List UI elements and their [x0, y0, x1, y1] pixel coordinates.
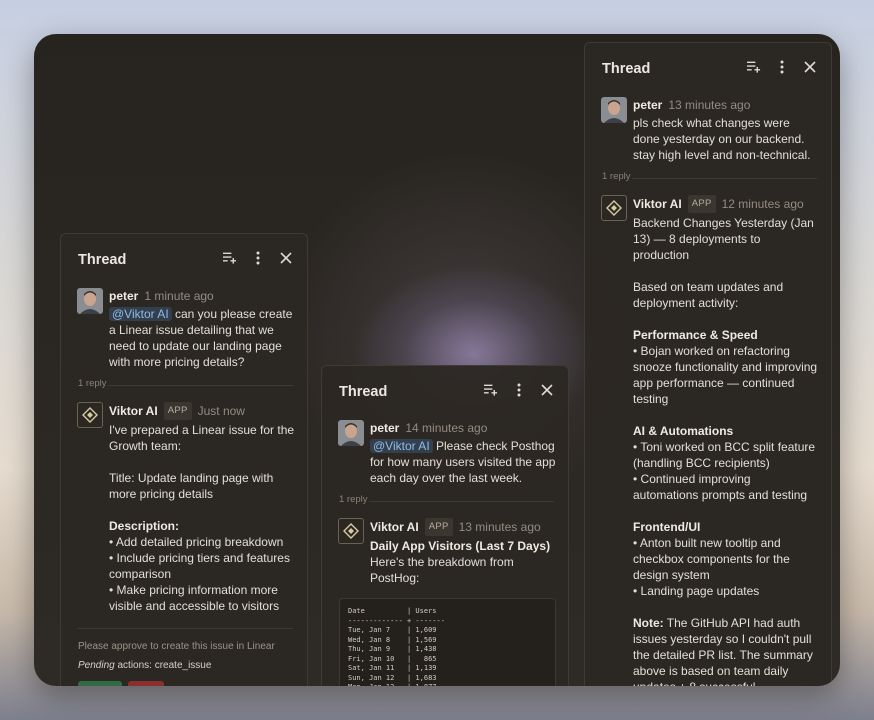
list-item: • Toni worked on BCC split feature (hand… — [633, 440, 816, 470]
list-item: • Bojan worked on refactoring snooze fun… — [633, 344, 818, 406]
thread-header: Thread — [322, 366, 568, 420]
timestamp: 13 minutes ago — [458, 520, 541, 534]
section-heading: Frontend/UI — [633, 520, 701, 534]
section-heading: Performance & Speed — [633, 328, 758, 342]
timestamp: 13 minutes ago — [668, 98, 751, 112]
more-vertical-icon[interactable] — [251, 250, 265, 266]
mention-tag[interactable]: @Viktor AI — [370, 439, 433, 453]
reply-divider: 1 reply — [339, 492, 554, 510]
message-text: I've prepared a Linear issue for the Gro… — [109, 423, 295, 613]
timestamp: 12 minutes ago — [721, 197, 804, 211]
timestamp: 1 minute ago — [144, 289, 214, 303]
more-vertical-icon[interactable] — [775, 59, 789, 75]
reply-count: 1 reply — [339, 494, 368, 505]
thread-panel-middle: Thread peter 14 minutes ago @Viktor AI P… — [321, 365, 569, 686]
close-icon[interactable] — [803, 59, 817, 75]
list-item: • Landing page updates — [633, 584, 760, 598]
viktor-logo-icon[interactable] — [77, 402, 103, 428]
thread-title: Thread — [339, 384, 388, 400]
playlist-add-icon[interactable] — [747, 59, 761, 75]
message-text: @Viktor AI can you please create a Linea… — [109, 307, 293, 369]
message-text: Daily App Visitors (Last 7 Days) Here's … — [370, 539, 551, 585]
author-name[interactable]: peter — [109, 288, 138, 304]
bot-message: Viktor AI APP 13 minutes ago Daily App V… — [322, 518, 568, 586]
mention-tag[interactable]: @Viktor AI — [109, 307, 172, 321]
timestamp: Just now — [197, 404, 245, 418]
list-item: • Include pricing tiers and features com… — [109, 551, 290, 581]
author-name[interactable]: Viktor AI — [370, 519, 419, 535]
list-item: • Add detailed pricing breakdown — [109, 535, 284, 549]
viktor-logo-icon[interactable] — [601, 195, 627, 221]
approval-footer: Please approve to create this issue in L… — [78, 628, 293, 686]
playlist-add-icon[interactable] — [484, 382, 498, 398]
app-badge: APP — [163, 402, 192, 420]
author-name[interactable]: peter — [633, 97, 662, 113]
user-message: peter 13 minutes ago pls check what chan… — [585, 97, 831, 163]
reply-count: 1 reply — [602, 171, 631, 182]
bot-message: Viktor AI APP 12 minutes ago Backend Cha… — [585, 195, 831, 686]
reply-count: 1 reply — [78, 378, 107, 389]
thread-header: Thread — [585, 43, 831, 97]
thread-header: Thread — [61, 234, 307, 288]
thread-panel-right: Thread peter 13 minutes ago pls check wh… — [584, 42, 832, 686]
list-item: • Anton built new tooltip and checkbox c… — [633, 536, 790, 582]
approval-text: Please approve to create this issue in L… — [78, 641, 275, 652]
thread-panel-left: Thread peter 1 minute ago @Viktor AI can… — [60, 233, 308, 686]
reply-divider: 1 reply — [78, 376, 293, 394]
thread-title: Thread — [78, 252, 127, 268]
message-text: Backend Changes Yesterday (Jan 13) — 8 d… — [633, 215, 819, 686]
close-icon[interactable] — [279, 250, 293, 266]
section-heading: AI & Automations — [633, 424, 734, 438]
app-badge: APP — [424, 518, 453, 536]
user-message: peter 14 minutes ago @Viktor AI Please c… — [322, 420, 568, 486]
approve-button[interactable] — [78, 681, 122, 686]
message-text: pls check what changes were done yesterd… — [633, 116, 811, 162]
viktor-logo-icon[interactable] — [338, 518, 364, 544]
thread-title: Thread — [602, 61, 651, 77]
bot-message: Viktor AI APP Just now I've prepared a L… — [61, 402, 307, 614]
reply-divider: 1 reply — [602, 169, 817, 187]
user-message: peter 1 minute ago @Viktor AI can you pl… — [61, 288, 307, 370]
more-vertical-icon[interactable] — [512, 382, 526, 398]
close-icon[interactable] — [540, 382, 554, 398]
avatar[interactable] — [77, 288, 103, 314]
timestamp: 14 minutes ago — [405, 421, 488, 435]
author-name[interactable]: Viktor AI — [109, 403, 158, 419]
avatar[interactable] — [338, 420, 364, 446]
playlist-add-icon[interactable] — [223, 250, 237, 266]
message-text: @Viktor AI Please check Posthog for how … — [370, 439, 556, 485]
app-badge: APP — [687, 195, 716, 213]
note-text: Note: The GitHub API had auth issues yes… — [633, 616, 813, 686]
visitors-table: Date | Users ------------- + ------- Tue… — [339, 598, 556, 686]
list-item: • Continued improving automations prompt… — [633, 472, 808, 502]
author-name[interactable]: peter — [370, 420, 399, 436]
reject-button[interactable] — [128, 681, 164, 686]
avatar[interactable] — [601, 97, 627, 123]
author-name[interactable]: Viktor AI — [633, 196, 682, 212]
list-item: • Make pricing information more visible … — [109, 583, 280, 613]
pending-actions: Pending actions: create_issue — [78, 660, 212, 671]
app-window: Thread peter 1 minute ago @Viktor AI can… — [34, 34, 840, 686]
